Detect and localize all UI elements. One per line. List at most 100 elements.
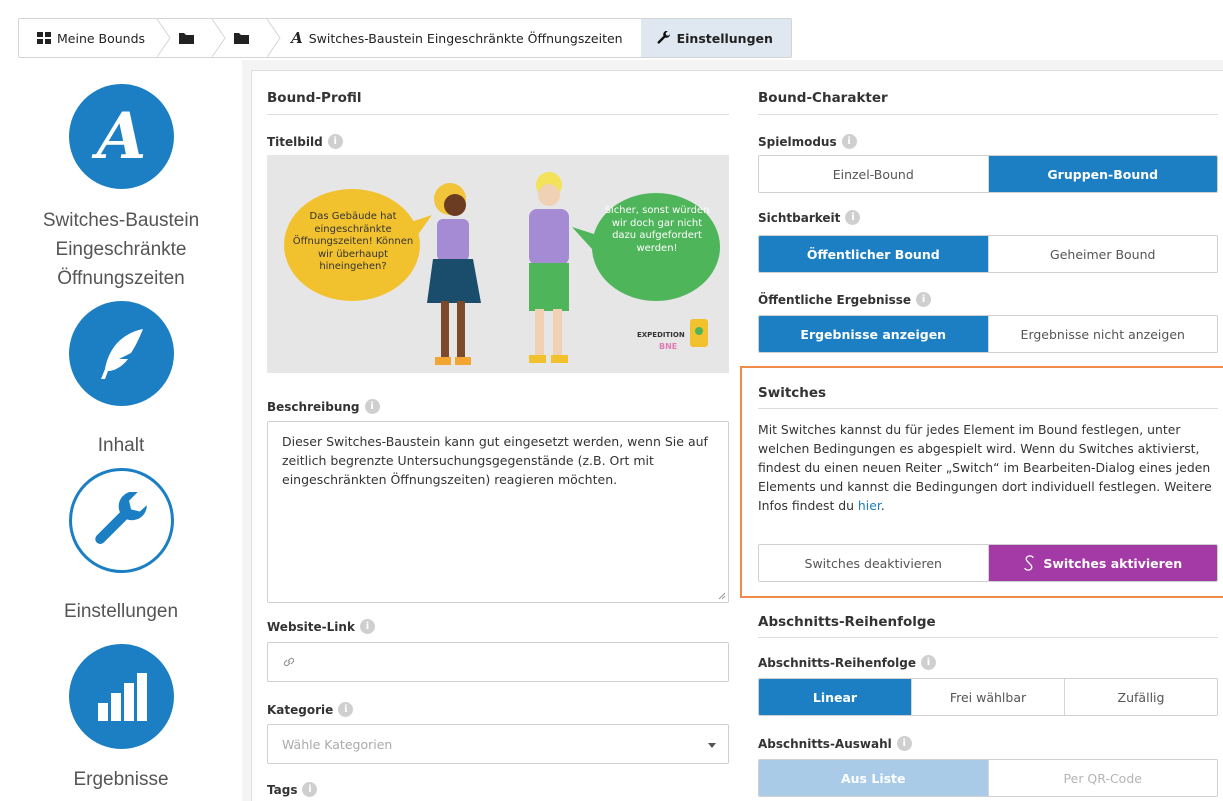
results-option-show[interactable]: Ergebnisse anzeigen [759,316,989,352]
caret-down-icon [708,743,716,748]
label-text: Tags [267,782,298,797]
section-heading-character: Bound-Charakter [758,90,888,106]
info-icon[interactable]: i [896,736,912,751]
results-option-hide[interactable]: Ergebnisse nicht anzeigen [988,316,1217,352]
bound-logo-icon: A [291,29,303,47]
category-placeholder: Wähle Kategorien [282,736,393,752]
visibility-option-secret[interactable]: Geheimer Bound [988,236,1217,272]
info-icon[interactable]: i [845,210,861,225]
visibility-toggle: Öffentlicher Bound Geheimer Bound [758,235,1218,273]
results-nav-button[interactable] [69,644,174,749]
cover-logo-line2: BNE [659,342,678,351]
divider [267,114,729,115]
mode-option-group[interactable]: Gruppen-Bound [988,156,1217,192]
visibility-label: Sichtbarkeit i [758,210,861,225]
section-heading-order: Abschnitts-Reihenfolge [758,614,936,630]
section-heading-profile: Bound-Profil [267,90,362,106]
settings-nav-label: Einstellungen [63,601,179,622]
label-text: Abschnitts-Reihenfolge [758,655,916,670]
label-text: Sichtbarkeit [758,210,841,225]
breadcrumb-label: Switches-Baustein Eingeschränkte Öffnung… [308,30,623,46]
description-textarea[interactable]: Dieser Switches-Baustein kann gut einges… [267,421,729,603]
cover-bubble-right: Sicher, sonst würden wir doch gar nicht … [604,205,710,254]
category-select[interactable]: Wähle Kategorien [267,724,729,764]
breadcrumb-folder-2[interactable] [226,19,267,57]
tags-label: Tags i [267,782,318,797]
breadcrumb: Meine Bounds A Switches-Baustein Eingesc… [18,18,792,58]
info-icon[interactable]: i [302,782,318,797]
chevron-separator [157,19,171,57]
order-option-free[interactable]: Frei wählbar [912,679,1065,715]
info-icon[interactable]: i [364,399,380,414]
switches-text: Mit Switches kannst du für jedes Element… [758,422,1212,513]
link-icon [283,657,295,667]
cover-image-label: Titelbild i [267,134,343,149]
order-toggle: Linear Frei wählbar Zufällig [758,678,1218,716]
chevron-separator [212,19,226,57]
grid-icon [37,32,51,44]
folder-icon [179,33,195,44]
info-icon[interactable]: i [327,134,343,149]
label-text: Öffentliche Ergebnisse [758,292,912,307]
switches-description: Mit Switches kannst du für jedes Element… [758,420,1220,515]
wrench-icon [657,31,670,44]
website-input[interactable] [267,642,729,682]
breadcrumb-bound[interactable]: A Switches-Baustein Eingeschränkte Öffnu… [281,19,641,57]
switches-period: . [880,498,885,513]
label-text: Spielmodus [758,134,837,149]
label-text: Beschreibung [267,399,360,414]
content-nav-button[interactable] [69,301,174,406]
content-nav-label: Inhalt [97,435,145,456]
website-label: Website-Link i [267,619,375,634]
feather-icon [100,328,143,379]
selection-label: Abschnitts-Auswahl i [758,736,912,751]
divider [758,408,1218,409]
visibility-option-public[interactable]: Öffentlicher Bound [759,236,989,272]
breadcrumb-folder-1[interactable] [171,19,212,57]
selection-option-list[interactable]: Aus Liste [759,760,989,796]
settings-nav-button[interactable] [69,468,174,573]
order-option-random[interactable]: Zufällig [1065,679,1217,715]
switch-icon [1024,555,1034,571]
info-icon[interactable]: i [916,292,932,307]
label-text: Titelbild [267,134,323,149]
label-text: Website-Link [267,619,355,634]
switches-deactivate-button[interactable]: Switches deaktivieren [759,545,989,581]
public-results-label: Öffentliche Ergebnisse i [758,292,932,307]
selection-option-qr[interactable]: Per QR-Code [988,760,1217,796]
section-heading-switches: Switches [758,385,827,401]
breadcrumb-my-bounds[interactable]: Meine Bounds [19,19,157,57]
info-icon[interactable]: i [920,655,936,670]
divider [758,114,1218,115]
order-option-linear[interactable]: Linear [759,679,912,715]
bound-logo-icon: A [96,98,147,174]
divider [758,637,1218,638]
bound-logo-button[interactable]: A [69,84,174,189]
category-label: Kategorie i [267,702,354,717]
order-label: Abschnitts-Reihenfolge i [758,655,936,670]
results-nav-label: Ergebnisse [73,769,169,790]
public-results-toggle: Ergebnisse anzeigen Ergebnisse nicht anz… [758,315,1218,353]
cover-logo-line1: EXPEDITION [637,331,685,339]
description-text: Dieser Switches-Baustein kann gut einges… [282,434,708,487]
info-icon[interactable]: i [359,619,375,634]
resize-handle-icon[interactable] [718,592,726,600]
chevron-separator [267,19,281,57]
wrench-icon [94,491,147,544]
mode-label: Spielmodus i [758,134,857,149]
folder-icon [234,33,250,44]
breadcrumb-label: Meine Bounds [57,30,146,46]
switches-toggle: Switches deaktivieren Switches aktiviere… [758,544,1218,582]
info-icon[interactable]: i [338,702,354,717]
info-icon[interactable]: i [841,134,857,149]
breadcrumb-settings[interactable]: Einstellungen [640,19,791,57]
switches-activate-button[interactable]: Switches aktivieren [988,545,1217,581]
description-label: Beschreibung i [267,399,380,414]
cover-image[interactable]: Das Gebäude hat eingeschränkte Öffnungsz… [267,155,729,373]
mode-option-single[interactable]: Einzel-Bound [759,156,989,192]
breadcrumb-label: Einstellungen [676,30,773,46]
selection-toggle: Aus Liste Per QR-Code [758,759,1218,797]
cover-bubble-left: Das Gebäude hat eingeschränkte Öffnungsz… [292,211,414,272]
mode-toggle: Einzel-Bound Gruppen-Bound [758,155,1218,193]
switches-more-info-link[interactable]: hier [858,498,881,513]
